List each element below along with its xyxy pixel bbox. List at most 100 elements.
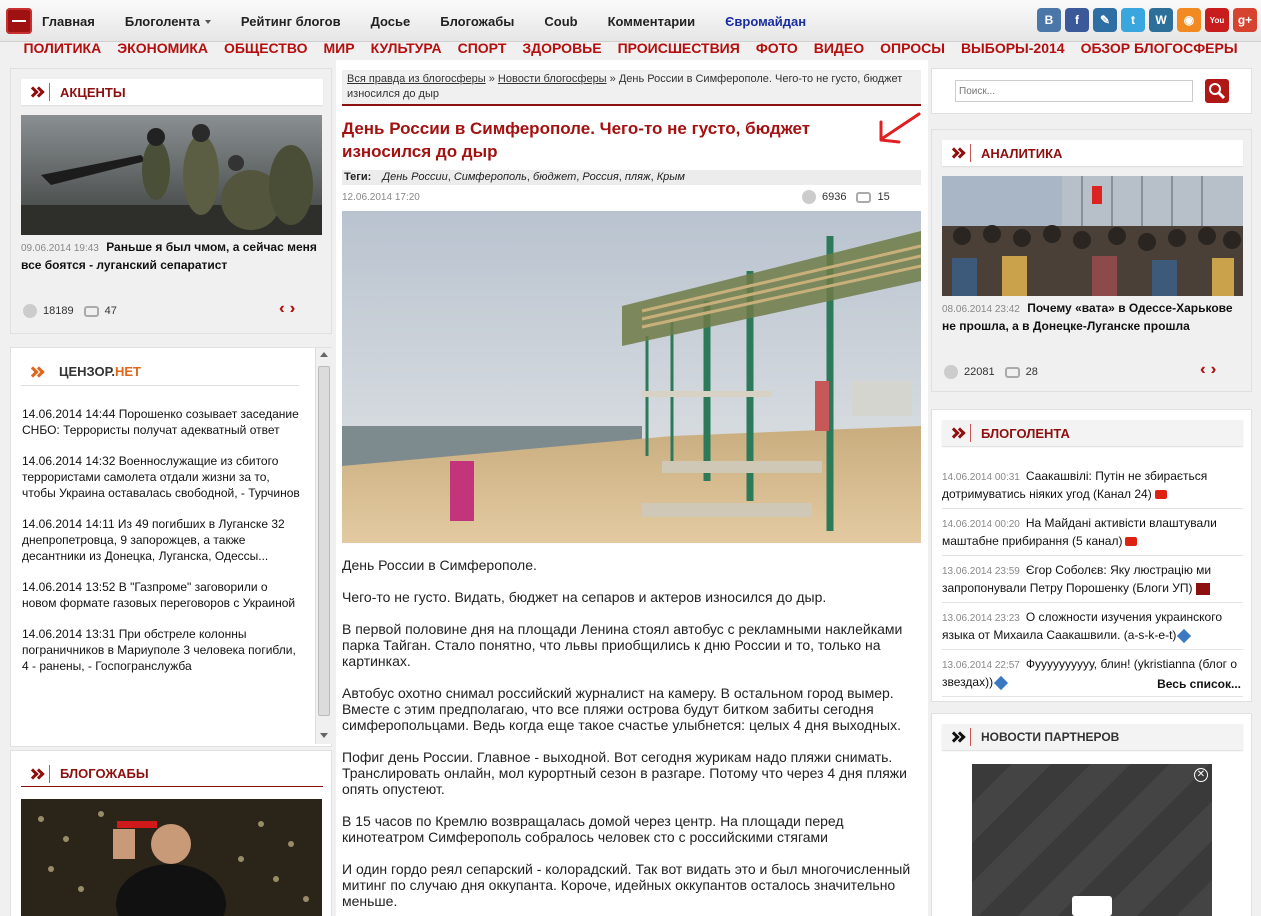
category-menu: ПОЛИТИКА ЭКОНОМИКА ОБЩЕСТВО МИР КУЛЬТУРА СПОР… (0, 40, 1261, 58)
scroll-up-arrow[interactable] (320, 352, 328, 357)
analytics-header: АНАЛИТИКА (942, 140, 1243, 166)
article-paragraph: В первой половине дня на площади Ленина … (342, 621, 903, 669)
topnav-item[interactable]: Блогожабы (428, 14, 514, 29)
censor-news-item[interactable]: 14.06.2014 14:32 Военнослужащие из сбито… (22, 453, 302, 501)
top-navigation-bar: Главная Блоголента Рейтинг блогов Досье Блог… (0, 0, 1261, 42)
livejournal-icon[interactable]: ✎ (1093, 8, 1117, 32)
accents-photo[interactable] (21, 115, 322, 235)
youtube-icon (1125, 537, 1138, 547)
blogolenta-title: БЛОГОЛЕНТА (981, 425, 1070, 441)
analytics-stats: 22081 28 (944, 365, 1038, 379)
tag-link[interactable]: День России (382, 171, 447, 183)
topnav-item[interactable]: Рейтинг блогов (229, 14, 341, 29)
category-link[interactable]: КУЛЬТУРА (371, 40, 442, 58)
rss-icon[interactable]: ◉ (1177, 8, 1201, 32)
vk-icon[interactable]: B (1037, 8, 1061, 32)
scroll-thumb[interactable] (318, 366, 330, 716)
youtube-icon[interactable]: You (1205, 8, 1229, 32)
partners-ad-frame[interactable]: ✕ (972, 764, 1212, 916)
topnav-item-label: Главная (42, 13, 95, 29)
tag-link[interactable]: бюджет (533, 171, 576, 183)
censor-news-item[interactable]: 14.06.2014 13:31 При обстреле колонны по… (22, 626, 302, 674)
blogolenta-all-link[interactable]: Весь список... (1157, 677, 1241, 691)
site-logo[interactable] (6, 8, 32, 34)
search-icon (1209, 83, 1226, 100)
close-icon[interactable]: ✕ (1194, 768, 1208, 782)
search-button[interactable] (1205, 79, 1229, 103)
category-link[interactable]: ВИДЕО (814, 40, 864, 58)
search-input[interactable] (955, 80, 1193, 102)
accents-headline-block: 09.06.2014 19:43 Раньше я был чмом, а се… (21, 239, 323, 273)
article-title: День России в Симферополе. Чего-то не гу… (342, 119, 811, 161)
article-date: 12.06.2014 17:20 (342, 192, 420, 203)
comment-icon (856, 191, 872, 203)
tag-link[interactable]: Симферополь (454, 171, 527, 183)
censor-scrollbar[interactable] (315, 348, 332, 744)
topnav-item-label: Євромайдан (725, 13, 807, 29)
category-link[interactable]: ПРОИСШЕСТВИЯ (618, 40, 740, 58)
article-paragraph: Автобус охотно снимал российский журнали… (342, 685, 901, 733)
topnav-item[interactable]: Coub (532, 14, 577, 29)
breadcrumb: Вся правда из блогосферы » Новости блого… (342, 70, 921, 106)
breadcrumb-home-link[interactable]: Вся правда из блогосферы (347, 73, 486, 85)
category-link[interactable]: МИР (324, 40, 355, 58)
censor-title: ЦЕНЗОР.НЕТ (59, 364, 141, 379)
tag-link[interactable]: Россия (582, 171, 618, 183)
chevron-right-icon (27, 83, 50, 101)
scroll-down-arrow[interactable] (320, 733, 328, 738)
censor-news-item[interactable]: 14.06.2014 14:11 Из 49 погибших в Луганс… (22, 516, 302, 564)
tag-link[interactable]: пляж (625, 171, 651, 183)
blogolenta-item: 14.06.2014 00:31 Саакашвілі: Путін не зби… (942, 462, 1243, 509)
category-link[interactable]: ОПРОСЫ (880, 40, 945, 58)
topnav-item[interactable]: Досье (359, 14, 411, 29)
category-link[interactable]: ОБЗОР БЛОГОСФЕРЫ (1081, 40, 1238, 58)
blogolenta-panel: БЛОГОЛЕНТА 14.06.2014 00:31 Саакашвілі: П… (931, 409, 1252, 702)
twitter-icon[interactable]: t (1121, 8, 1145, 32)
next-arrow-icon[interactable]: ›› (1211, 361, 1215, 379)
category-link[interactable]: СПОРТ (458, 40, 507, 58)
annotation-arrow-icon (879, 112, 921, 144)
article-beach-photo[interactable] (342, 211, 921, 543)
next-arrow-icon[interactable]: ›› (290, 300, 294, 318)
blogolenta-item: 13.06.2014 23:59 Єгор Соболєв: Яку люстра… (942, 556, 1243, 603)
search-panel (931, 68, 1252, 114)
blogozhaby-header: БЛОГОЖАБЫ (21, 761, 323, 787)
analytics-photo[interactable] (942, 176, 1243, 296)
wordpress-icon[interactable]: W (1149, 8, 1173, 32)
censor-news-item[interactable]: 14.06.2014 13:52 В "Газпроме" заговорили… (22, 579, 302, 611)
ad-loading-icon (1072, 896, 1112, 916)
partners-title: НОВОСТИ ПАРТНЕРОВ (981, 730, 1120, 744)
censor-news-item[interactable]: 14.06.2014 14:44 Порошенко созывает засе… (22, 406, 302, 438)
analytics-title: АНАЛИТИКА (981, 145, 1063, 161)
facebook-icon[interactable]: f (1065, 8, 1089, 32)
article-views: 6936 (822, 191, 847, 203)
category-link[interactable]: ВЫБОРЫ-2014 (961, 40, 1065, 58)
category-link[interactable]: ОБЩЕСТВО (224, 40, 308, 58)
category-link[interactable]: ЗДОРОВЬЕ (522, 40, 601, 58)
topnav-item[interactable]: Главная (30, 14, 95, 29)
accents-pager: ‹‹ ›› (279, 300, 294, 318)
topnav-item-label: Рейтинг блогов (240, 13, 341, 29)
pencil-icon (1177, 628, 1192, 643)
caret-down-icon (204, 20, 211, 25)
topnav-item[interactable]: Євромайдан (713, 14, 806, 29)
youtube-icon (1154, 490, 1167, 500)
tag-link[interactable]: Крым (657, 171, 685, 183)
social-links: Bf ✎ t W ◉ You g+ (1037, 8, 1257, 32)
blogozhaby-photo[interactable] (21, 799, 322, 916)
censor-header: ЦЕНЗОР.НЕТ (21, 358, 299, 386)
breadcrumb-section-link[interactable]: Новости блогосферы (498, 73, 607, 85)
category-link[interactable]: ФОТО (756, 40, 798, 58)
category-link[interactable]: ЭКОНОМИКА (117, 40, 208, 58)
prev-arrow-icon[interactable]: ‹‹ (1200, 361, 1204, 379)
chevron-right-icon (27, 363, 49, 381)
censor-panel: ЦЕНЗОР.НЕТ 14.06.2014 14:44 Порошенко со… (10, 347, 332, 747)
topnav-item[interactable]: Блоголента (113, 14, 211, 29)
googleplus-icon[interactable]: g+ (1233, 8, 1257, 32)
article-paragraph: Чего-то не густо. Видать, бюджет на сепа… (342, 589, 827, 605)
prev-arrow-icon[interactable]: ‹‹ (279, 300, 283, 318)
blogolenta-item: 13.06.2014 23:23 О сложности изучения укр… (942, 603, 1243, 650)
blogolenta-item-date: 13.06.2014 23:23 (942, 613, 1020, 624)
category-link[interactable]: ПОЛИТИКА (23, 40, 101, 58)
topnav-item[interactable]: Комментарии (596, 14, 696, 29)
